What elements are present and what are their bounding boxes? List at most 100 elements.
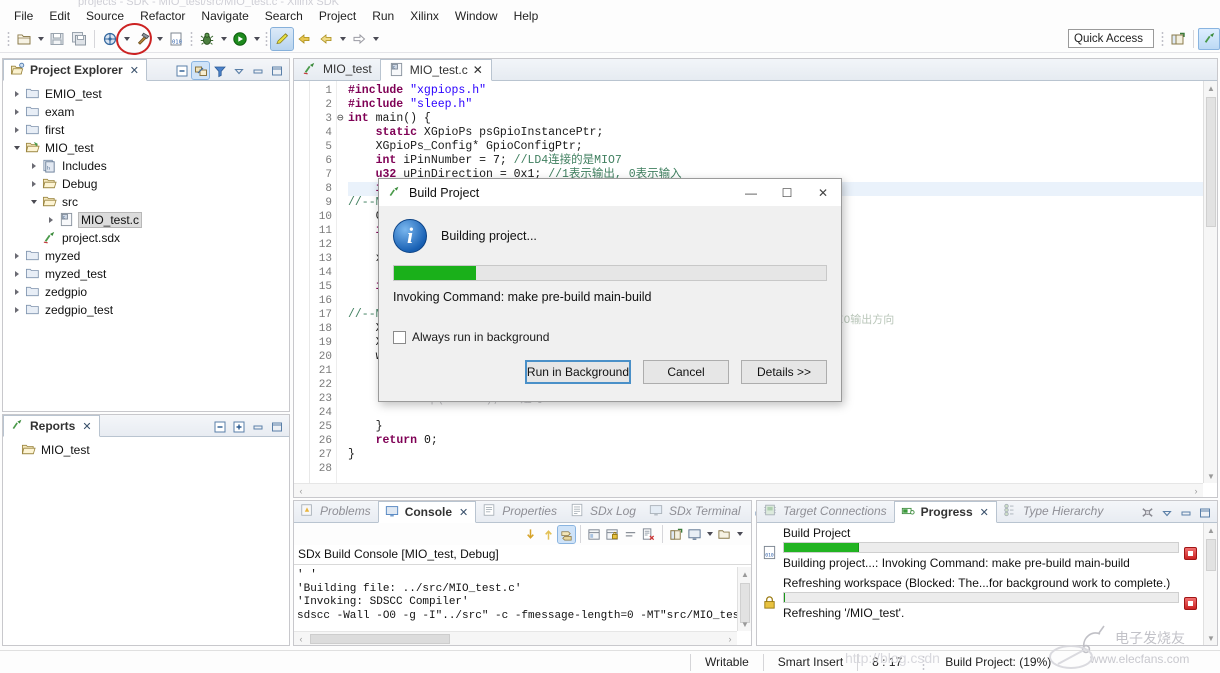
scroll-right-icon[interactable]: ›	[723, 632, 737, 645]
scroll-thumb[interactable]	[1206, 97, 1216, 227]
code-line[interactable]: #include "xgpiops.h"	[348, 84, 1217, 98]
maximize-icon[interactable]	[268, 418, 285, 435]
close-icon[interactable]: ✕	[459, 506, 468, 519]
expand-twisty-icon[interactable]	[26, 175, 42, 193]
tree-item-myzed[interactable]: myzed	[3, 247, 289, 265]
expand-twisty-icon[interactable]	[9, 121, 25, 139]
scroll-left-icon[interactable]: ‹	[294, 484, 308, 498]
menu-search[interactable]: Search	[257, 8, 311, 24]
menu-help[interactable]: Help	[506, 8, 547, 24]
expand-twisty-icon[interactable]	[9, 247, 25, 265]
right-nav-dropdown-arrow[interactable]	[370, 28, 381, 50]
debug-dropdown-arrow[interactable]	[218, 28, 229, 50]
pencil-icon[interactable]	[271, 28, 293, 50]
tree-item-zedgpio_test[interactable]: zedgpio_test	[3, 301, 289, 319]
details-button[interactable]: Details >>	[741, 360, 827, 384]
view-menu-icon[interactable]	[1158, 504, 1175, 521]
expand-twisty-icon[interactable]	[9, 85, 25, 103]
scroll-thumb[interactable]	[310, 634, 450, 644]
program-fpga-icon[interactable]	[99, 28, 121, 50]
forward-nav-icon[interactable]	[293, 28, 315, 50]
wrap-icon[interactable]	[622, 526, 639, 543]
scroll-up-icon[interactable]: ▲	[738, 567, 751, 581]
maximize-icon[interactable]: ☐	[769, 179, 805, 207]
pin-console-icon[interactable]	[558, 526, 575, 543]
debug-bug-icon[interactable]	[196, 28, 218, 50]
code-line[interactable]: int iPinNumber = 7; //LD4连接的是MIO7	[348, 154, 1217, 168]
collapse-all-icon[interactable]	[173, 62, 190, 79]
tab-properties[interactable]: Properties	[476, 500, 564, 522]
tab-project-explorer[interactable]: Project Explorer ✕	[3, 59, 147, 81]
code-line[interactable]: int main() {	[348, 112, 1217, 126]
close-icon[interactable]: ✕	[82, 420, 91, 433]
view-menu-icon[interactable]	[230, 62, 247, 79]
menu-project[interactable]: Project	[311, 8, 364, 24]
code-line[interactable]: static XGpioPs psGpioInstancePtr;	[348, 126, 1217, 140]
tree-item-mio_test[interactable]: MIO_test	[3, 139, 289, 157]
scroll-down-icon[interactable]: ▼	[1204, 469, 1218, 483]
tree-item-first[interactable]: first	[3, 121, 289, 139]
tab-console[interactable]: Console✕	[378, 501, 477, 523]
display-console-dropdown-arrow[interactable]	[704, 523, 715, 545]
menu-refactor[interactable]: Refactor	[132, 8, 193, 24]
console-output[interactable]: ' ''Building file: ../src/MIO_test.c''In…	[294, 567, 737, 631]
binary-icon[interactable]: 010	[165, 28, 187, 50]
expand-twisty-icon[interactable]	[26, 157, 42, 175]
tab-target-connections[interactable]: Target Connections	[757, 500, 894, 522]
progress-vertical-scrollbar[interactable]: ▲ ▼	[1203, 523, 1217, 645]
stop-job-button[interactable]	[1184, 547, 1197, 560]
tree-item-emio_test[interactable]: EMIO_test	[3, 85, 289, 103]
tab-type-hierarchy[interactable]: Type Hierarchy	[997, 500, 1110, 522]
close-icon[interactable]: ✕	[130, 64, 139, 77]
tree-item-includes[interactable]: hIncludes	[3, 157, 289, 175]
tree-item-zedgpio[interactable]: zedgpio	[3, 283, 289, 301]
program-fpga-dropdown-arrow[interactable]	[121, 28, 132, 50]
save-icon[interactable]	[46, 28, 68, 50]
display-console-icon[interactable]	[686, 526, 703, 543]
menu-navigate[interactable]: Navigate	[193, 8, 256, 24]
status-build-progress[interactable]: Build Project: (19%)	[931, 654, 1065, 671]
code-line[interactable]: #include "sleep.h"	[348, 98, 1217, 112]
reports-item-mio_test[interactable]: MIO_test	[3, 441, 289, 459]
filter-icon[interactable]	[211, 62, 228, 79]
code-line[interactable]: }	[348, 448, 1217, 462]
stop-job-button[interactable]	[1184, 597, 1197, 610]
console-vertical-scrollbar[interactable]: ▲ ▼	[737, 567, 751, 631]
close-icon[interactable]: ✕	[473, 63, 483, 77]
code-line[interactable]	[348, 462, 1217, 476]
menu-xilinx[interactable]: Xilinx	[402, 8, 447, 24]
tree-item-debug[interactable]: Debug	[3, 175, 289, 193]
maximize-icon[interactable]	[268, 62, 285, 79]
tab-reports[interactable]: Reports ✕	[3, 415, 100, 437]
expand-twisty-icon[interactable]	[43, 211, 59, 229]
minimize-icon[interactable]	[1177, 504, 1194, 521]
scroll-thumb[interactable]	[1206, 539, 1216, 571]
kill-all-jobs-icon[interactable]	[1139, 504, 1156, 521]
right-nav-icon[interactable]	[348, 28, 370, 50]
new-console-dropdown-arrow[interactable]	[734, 523, 745, 545]
back-nav-icon[interactable]	[315, 28, 337, 50]
code-line[interactable]: XGpioPs_Config* GpioConfigPtr;	[348, 140, 1217, 154]
tab-progress[interactable]: Progress✕	[894, 501, 997, 523]
menu-window[interactable]: Window	[447, 8, 506, 24]
build-dropdown-arrow[interactable]	[154, 28, 165, 50]
tab-sdx-terminal[interactable]: SDx Terminal	[643, 500, 748, 522]
tab-problems[interactable]: Problems	[294, 500, 378, 522]
lock-console-icon[interactable]	[604, 526, 621, 543]
editor-marker-gutter[interactable]	[294, 81, 310, 497]
menu-source[interactable]: Source	[78, 8, 132, 24]
minimize-icon[interactable]: —	[733, 179, 769, 207]
remove-console-icon[interactable]	[640, 526, 657, 543]
build-hammer-icon[interactable]	[132, 28, 154, 50]
close-icon[interactable]: ✕	[805, 179, 841, 207]
scroll-right-icon[interactable]: ›	[1189, 484, 1203, 498]
link-with-editor-icon[interactable]	[192, 62, 209, 79]
scroll-down-icon[interactable]: ▼	[738, 617, 751, 631]
expand-twisty-icon[interactable]	[9, 301, 25, 319]
tree-item-mio_test-c[interactable]: cMIO_test.c	[3, 211, 289, 229]
editor-tab-mio_test-c[interactable]: cMIO_test.c✕	[380, 59, 492, 81]
expand-twisty-icon[interactable]	[9, 103, 25, 121]
tree-item-exam[interactable]: exam	[3, 103, 289, 121]
open-perspective-icon[interactable]	[1167, 28, 1189, 50]
code-line[interactable]: return 0;	[348, 434, 1217, 448]
